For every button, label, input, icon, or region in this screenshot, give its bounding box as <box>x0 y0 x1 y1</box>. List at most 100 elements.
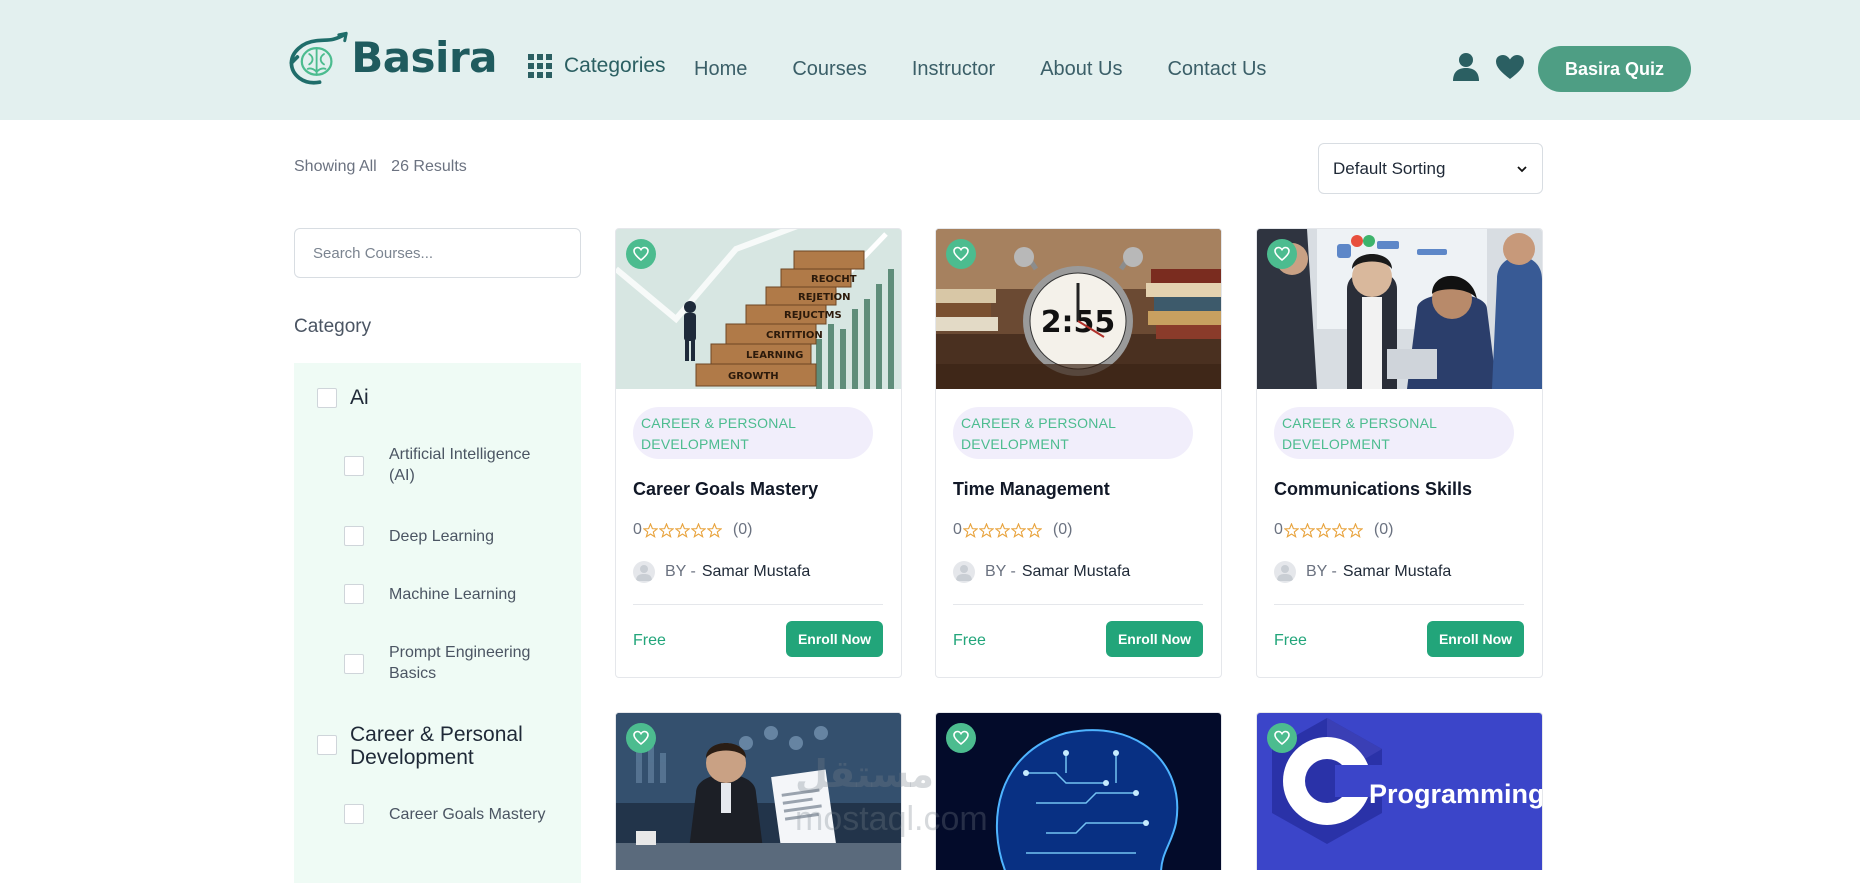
course-card[interactable] <box>935 712 1222 870</box>
category-ai-label: Ai <box>350 386 369 409</box>
checkbox-deep-learning[interactable] <box>344 526 364 546</box>
checkbox-artificial-intelligence[interactable] <box>344 456 364 476</box>
heart-outline-icon <box>633 246 649 262</box>
rating-value: 0 <box>633 521 642 538</box>
search-courses-input[interactable] <box>294 228 581 278</box>
course-category-tag[interactable]: CAREER & PERSONAL DEVELOPMENT <box>1274 407 1514 459</box>
categories-button[interactable]: Categories <box>528 54 666 78</box>
step-reocht: REOCHT <box>811 274 857 285</box>
nav-instructor[interactable]: Instructor <box>912 58 995 81</box>
basira-quiz-button[interactable]: Basira Quiz <box>1538 46 1691 92</box>
checkbox-career-personal-development[interactable] <box>317 735 337 755</box>
checkbox-machine-learning[interactable] <box>344 584 364 604</box>
heart-outline-icon <box>953 730 969 746</box>
favorite-button[interactable] <box>626 239 656 269</box>
category-artificial-intelligence-label: Artificial Intelligence (AI) <box>389 446 531 484</box>
course-card[interactable]: GROWTH LEARNING CRITITION REJUCTMS REJET… <box>615 228 902 678</box>
step-rejetion: REJETION <box>798 292 851 303</box>
avatar <box>953 561 975 583</box>
avatar <box>1274 561 1296 583</box>
category-title: Category <box>294 316 372 337</box>
star-outline-icon <box>1283 522 1299 538</box>
grid-icon <box>528 54 552 78</box>
nav-contact-us[interactable]: Contact Us <box>1167 58 1266 81</box>
categories-label: Categories <box>564 54 666 77</box>
sort-select[interactable]: Default Sorting <box>1318 143 1543 194</box>
heart-outline-icon <box>1274 246 1290 262</box>
course-card[interactable]: Programming C <box>1256 712 1543 870</box>
site-header: Basira Categories Home Courses Instructo… <box>0 0 1860 120</box>
card-divider <box>633 604 883 605</box>
star-outline-icon <box>1315 522 1331 538</box>
star-outline-icon <box>1331 522 1347 538</box>
sort-value: Default Sorting <box>1333 158 1446 178</box>
category-machine-learning-label: Machine Learning <box>389 586 517 603</box>
course-image[interactable] <box>1257 229 1542 389</box>
heart-outline-icon <box>1274 730 1290 746</box>
rating-count: (0) <box>1373 521 1394 538</box>
star-outline-icon <box>690 522 706 538</box>
favorite-button[interactable] <box>946 723 976 753</box>
course-title[interactable]: Time Management <box>953 479 1110 500</box>
favorite-button[interactable] <box>946 239 976 269</box>
favorite-button[interactable] <box>1267 723 1297 753</box>
results-prefix: Showing All <box>294 158 377 175</box>
category-career-label: Career & Personal Development <box>350 723 523 769</box>
card-divider <box>1274 604 1524 605</box>
checkbox-prompt-engineering[interactable] <box>344 654 364 674</box>
step-learning: LEARNING <box>746 350 803 361</box>
author-name[interactable]: Samar Mustafa <box>1022 563 1130 581</box>
logo[interactable]: Basira <box>287 15 497 99</box>
course-image[interactable] <box>936 713 1221 870</box>
rating-count: (0) <box>1052 521 1073 538</box>
nav-home[interactable]: Home <box>694 58 747 81</box>
step-rejuctms: REJUCTMS <box>784 310 842 321</box>
favorite-button[interactable] <box>1267 239 1297 269</box>
logo-text: Basira <box>351 32 497 82</box>
course-category-tag[interactable]: CAREER & PERSONAL DEVELOPMENT <box>953 407 1193 459</box>
nav-courses[interactable]: Courses <box>792 58 866 81</box>
star-outline-icon <box>994 522 1010 538</box>
step-growth: GROWTH <box>728 371 779 382</box>
course-title[interactable]: Communications Skills <box>1274 479 1472 500</box>
author-name[interactable]: Samar Mustafa <box>1343 563 1451 581</box>
rating-value: 0 <box>953 521 962 538</box>
author-name[interactable]: Samar Mustafa <box>702 563 810 581</box>
rating-stars <box>642 522 723 538</box>
star-outline-icon <box>706 522 722 538</box>
course-rating: 0 (0) <box>1274 521 1393 539</box>
course-image[interactable]: Programming C <box>1257 713 1542 870</box>
brain-arrow-icon <box>289 31 348 85</box>
course-rating: 0 (0) <box>633 521 752 539</box>
category-career-goals-label: Career Goals Mastery <box>389 806 546 823</box>
author-prefix: BY - <box>985 563 1016 580</box>
checkbox-career-goals-mastery[interactable] <box>344 804 364 824</box>
heart-outline-icon <box>633 730 649 746</box>
course-card[interactable]: CAREER & PERSONAL DEVELOPMENT Communicat… <box>1256 228 1543 678</box>
watermark-domain: mostaql.com <box>795 800 988 838</box>
programming-text: Programming <box>1369 779 1542 809</box>
heart-icon[interactable] <box>1495 54 1525 80</box>
star-outline-icon <box>658 522 674 538</box>
nav-about-us[interactable]: About Us <box>1040 58 1122 81</box>
course-card[interactable]: 2:55 CAREER & PERSONAL DEVELOPMENT Time … <box>935 228 1222 678</box>
results-count: Showing All 26 Results <box>294 158 467 176</box>
course-category-tag[interactable]: CAREER & PERSONAL DEVELOPMENT <box>633 407 873 459</box>
course-image[interactable]: GROWTH LEARNING CRITITION REJUCTMS REJET… <box>616 229 901 389</box>
star-outline-icon <box>1299 522 1315 538</box>
checkbox-ai[interactable] <box>317 388 337 408</box>
course-image[interactable]: 2:55 <box>936 229 1221 389</box>
step-critition: CRITITION <box>766 330 823 341</box>
star-outline-icon <box>1026 522 1042 538</box>
star-outline-icon <box>978 522 994 538</box>
author-prefix: BY - <box>665 563 696 580</box>
enroll-now-button[interactable]: Enroll Now <box>786 621 883 657</box>
enroll-now-button[interactable]: Enroll Now <box>1106 621 1203 657</box>
user-icon[interactable] <box>1452 52 1480 82</box>
star-outline-icon <box>674 522 690 538</box>
enroll-now-button[interactable]: Enroll Now <box>1427 621 1524 657</box>
course-price: Free <box>633 632 666 649</box>
watermark-arabic: مستقل <box>795 754 934 796</box>
favorite-button[interactable] <box>626 723 656 753</box>
course-title[interactable]: Career Goals Mastery <box>633 479 818 500</box>
